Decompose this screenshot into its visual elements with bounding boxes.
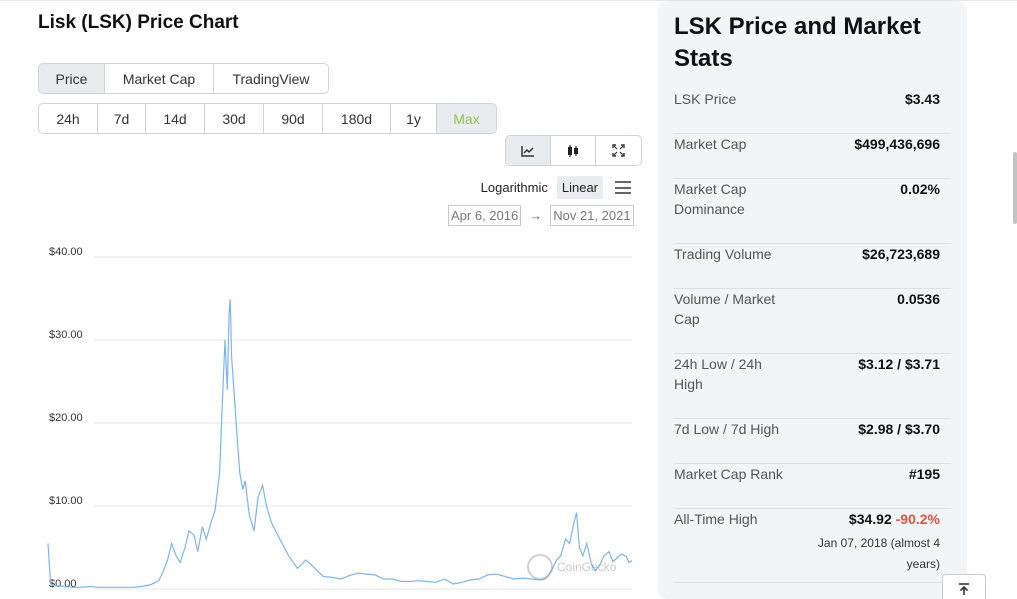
- date-from-input[interactable]: Apr 6, 2016: [448, 205, 522, 226]
- tab-tradingview[interactable]: TradingView: [214, 64, 328, 93]
- range-7d[interactable]: 7d: [98, 104, 146, 133]
- stat-row-volume: Trading Volume $26,723,689: [674, 244, 951, 289]
- time-range-tabs: 24h 7d 14d 30d 90d 180d 1y Max: [38, 103, 497, 134]
- back-to-top-button[interactable]: [942, 574, 986, 599]
- stat-label: Market Cap Rank: [674, 466, 783, 482]
- page-scrollbar[interactable]: [1013, 152, 1017, 224]
- range-30d[interactable]: 30d: [205, 104, 264, 133]
- candlestick-button[interactable]: [551, 136, 596, 165]
- stat-value: $2.98 / $3.70: [858, 421, 940, 437]
- date-to-input[interactable]: Nov 21, 2021: [550, 205, 634, 226]
- stat-row-dominance: Market Cap Dominance 0.02%: [674, 179, 951, 244]
- stat-value: $34.92 -90.2%: [849, 509, 940, 529]
- stat-value: 0.0536: [897, 291, 940, 307]
- stat-value: $3.43: [904, 91, 940, 107]
- y-tick-label: $0.00: [49, 578, 77, 590]
- stat-value: $26,723,689: [862, 246, 940, 262]
- stat-row-ath: All-Time High $34.92 -90.2% Jan 07, 2018…: [674, 509, 951, 583]
- price-chart[interactable]: $0.00 $10.00 $20.00 $30.00 $40.00 CoinGecko: [38, 240, 638, 599]
- y-tick-label: $20.00: [49, 412, 83, 424]
- stat-label: 24h Low / 24h High: [674, 356, 762, 392]
- price-line: [47, 299, 633, 588]
- ath-date: Jan 07, 2018 (almost 4 years): [817, 536, 940, 571]
- stat-label: All-Time High: [674, 511, 758, 527]
- market-stats-panel: LSK Price and Market Stats LSK Price $3.…: [658, 1, 967, 599]
- arrow-right-icon: →: [529, 208, 543, 223]
- stat-label: Market Cap Dominance: [674, 181, 747, 217]
- range-max[interactable]: Max: [437, 104, 496, 133]
- ath-change: -90.2%: [895, 511, 940, 527]
- arrow-up-icon: [959, 583, 969, 595]
- stat-row-rank: Market Cap Rank #195: [674, 464, 951, 509]
- scale-toggle: Logarithmic Linear: [481, 176, 631, 199]
- range-14d[interactable]: 14d: [146, 104, 205, 133]
- scale-logarithmic[interactable]: Logarithmic: [481, 180, 548, 195]
- chart-view-tabs: [505, 135, 642, 166]
- y-tick-label: $40.00: [49, 246, 83, 258]
- scale-linear[interactable]: Linear: [556, 176, 603, 199]
- hamburger-menu-icon[interactable]: [615, 181, 631, 194]
- stat-row-7d-range: 7d Low / 7d High $2.98 / $3.70: [674, 419, 951, 464]
- stat-label: Volume / Market Cap: [674, 291, 776, 327]
- chart-type-tabs: Price Market Cap TradingView: [38, 63, 329, 94]
- stat-label: 7d Low / 7d High: [674, 421, 780, 437]
- stat-value: 0.02%: [900, 181, 940, 197]
- tab-market-cap[interactable]: Market Cap: [105, 64, 214, 93]
- range-1y[interactable]: 1y: [391, 104, 437, 133]
- date-range: Apr 6, 2016 → Nov 21, 2021: [448, 205, 634, 226]
- stat-value: #195: [908, 466, 940, 482]
- range-180d[interactable]: 180d: [323, 104, 391, 133]
- stat-row-market-cap: Market Cap $499,436,696: [674, 134, 951, 179]
- range-90d[interactable]: 90d: [264, 104, 323, 133]
- tab-price[interactable]: Price: [39, 64, 105, 93]
- stat-label: LSK Price: [674, 91, 737, 107]
- stat-value: $499,436,696: [854, 136, 940, 152]
- expand-icon: [612, 144, 625, 157]
- line-chart-button[interactable]: [506, 136, 551, 165]
- stat-row-price: LSK Price $3.43: [674, 89, 951, 134]
- stat-row-volume-mcap: Volume / Market Cap 0.0536: [674, 289, 951, 354]
- line-chart-icon: [521, 145, 534, 157]
- fullscreen-button[interactable]: [596, 136, 641, 165]
- stat-value: $3.12 / $3.71: [858, 356, 940, 372]
- stats-title: LSK Price and Market Stats: [674, 13, 921, 72]
- chart-title: Lisk (LSK) Price Chart: [38, 12, 239, 33]
- y-tick-label: $10.00: [49, 495, 83, 507]
- y-tick-label: $30.00: [49, 329, 83, 341]
- coingecko-logo-icon: [527, 554, 553, 580]
- watermark-text: CoinGecko: [557, 560, 617, 574]
- stat-label: Market Cap: [674, 136, 747, 152]
- candlestick-icon: [568, 144, 578, 157]
- range-24h[interactable]: 24h: [39, 104, 98, 133]
- stat-label: Trading Volume: [674, 246, 772, 262]
- stat-row-24h-range: 24h Low / 24h High $3.12 / $3.71: [674, 354, 951, 419]
- ath-price: $34.92: [848, 511, 892, 527]
